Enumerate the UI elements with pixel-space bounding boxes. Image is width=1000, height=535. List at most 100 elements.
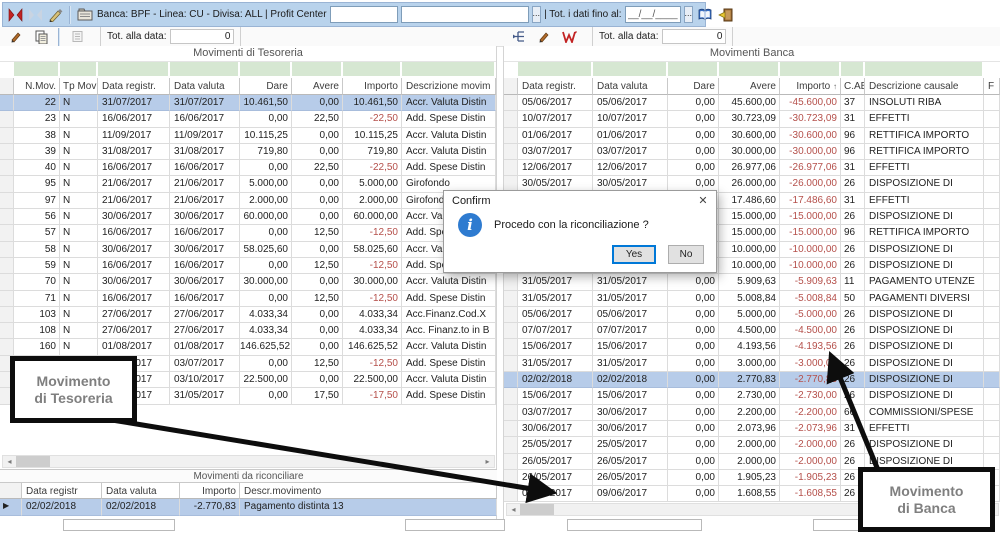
row-selector[interactable] <box>0 225 14 241</box>
col-header-data-valuta[interactable]: Data valuta <box>102 483 180 499</box>
no-button[interactable]: No <box>668 245 704 264</box>
bank-filter-row[interactable] <box>504 62 1000 78</box>
col-header-dare[interactable]: Dare <box>240 78 292 95</box>
col-header-importo[interactable]: Importo <box>180 483 240 499</box>
edit-icon[interactable] <box>6 27 26 46</box>
scroll-left-arrow[interactable]: ◂ <box>507 504 520 515</box>
scroll-right-arrow[interactable]: ▸ <box>481 456 494 467</box>
row-selector[interactable] <box>504 356 518 372</box>
table-row[interactable]: 97 N 21/06/2017 21/06/2017 2.000,00 0,00… <box>0 193 496 209</box>
scroll-thumb[interactable] <box>520 504 554 515</box>
row-selector[interactable] <box>504 128 518 144</box>
table-row[interactable]: 31/05/2017 31/05/2017 0,00 3.000,00 -3.0… <box>504 356 1000 372</box>
reconcile-icon[interactable] <box>7 5 24 24</box>
table-row[interactable]: 70 N 30/06/2017 30/06/2017 30.000,00 0,0… <box>0 274 496 290</box>
row-selector[interactable] <box>0 209 14 225</box>
profit-center-lookup-button[interactable]: ... <box>532 6 542 23</box>
row-selector[interactable] <box>504 454 518 470</box>
profit-center-input-1[interactable] <box>330 6 398 23</box>
row-selector[interactable] <box>504 323 518 339</box>
table-row[interactable]: 39 N 31/08/2017 31/08/2017 719,80 0,00 7… <box>0 144 496 160</box>
row-selector[interactable] <box>0 274 14 290</box>
row-selector[interactable] <box>0 111 14 127</box>
scroll-left-arrow[interactable]: ◂ <box>3 456 16 467</box>
exit-icon[interactable] <box>717 5 734 24</box>
row-selector[interactable] <box>0 95 14 111</box>
row-selector[interactable] <box>504 111 518 127</box>
date-lookup-button[interactable]: ... <box>684 6 694 23</box>
copy-icon[interactable] <box>31 27 51 46</box>
table-row[interactable]: 160 N 01/08/2017 01/08/2017 146.625,52 0… <box>0 339 496 355</box>
col-header-avere[interactable]: Avere <box>719 78 780 95</box>
row-selector[interactable] <box>504 291 518 307</box>
table-row[interactable]: 31/05/2017 31/05/2017 0,00 5.909,63 -5.9… <box>504 274 1000 290</box>
col-header-causale[interactable]: Descrizione causale <box>865 78 984 95</box>
col-header-importo-sorted[interactable]: Importo ↑ <box>780 78 841 95</box>
table-row[interactable]: 22 N 31/07/2017 31/07/2017 10.461,50 0,0… <box>0 95 496 111</box>
row-selector[interactable] <box>504 307 518 323</box>
cancel-reconcile-icon[interactable] <box>559 27 579 46</box>
row-selector[interactable] <box>504 339 518 355</box>
table-row[interactable]: 10/07/2017 10/07/2017 0,00 30.723,09 -30… <box>504 111 1000 127</box>
table-row[interactable]: 07/07/2017 07/07/2017 0,00 4.500,00 -4.5… <box>504 323 1000 339</box>
row-selector[interactable] <box>504 470 518 486</box>
col-header-data-registr[interactable]: Data registr. <box>518 78 593 95</box>
col-header-data-registr[interactable]: Data registr <box>22 483 102 499</box>
table-row[interactable]: 15/06/2017 15/06/2017 0,00 2.730,00 -2.7… <box>504 388 1000 404</box>
table-row[interactable]: 103 N 27/06/2017 27/06/2017 4.033,34 0,0… <box>0 307 496 323</box>
row-selector[interactable] <box>504 144 518 160</box>
table-row[interactable]: 40 N 16/06/2017 16/06/2017 0,00 22,50 -2… <box>0 160 496 176</box>
row-selector[interactable] <box>0 242 14 258</box>
treasury-filter-row[interactable] <box>0 62 496 78</box>
col-header-avere[interactable]: Avere <box>292 78 343 95</box>
col-header-descr-movimento[interactable]: Descr.movimento <box>240 483 497 499</box>
merge-icon[interactable] <box>509 27 529 46</box>
cardfile-icon[interactable] <box>76 5 94 24</box>
pencil-icon[interactable] <box>47 5 64 24</box>
scroll-thumb[interactable] <box>16 456 50 467</box>
row-selector[interactable] <box>0 128 14 144</box>
table-row[interactable]: 31/05/2017 31/05/2017 0,00 5.008,84 -5.0… <box>504 291 1000 307</box>
list-icon[interactable] <box>67 27 87 46</box>
table-row[interactable]: 15/06/2017 15/06/2017 0,00 4.193,56 -4.1… <box>504 339 1000 355</box>
row-selector[interactable] <box>0 258 14 274</box>
row-selector[interactable] <box>0 307 14 323</box>
col-header-data-registr[interactable]: Data registr. <box>98 78 170 95</box>
row-selector[interactable] <box>0 160 14 176</box>
table-row[interactable]: 23 N 16/06/2017 16/06/2017 0,00 22,50 -2… <box>0 111 496 127</box>
table-row[interactable]: 108 N 27/06/2017 27/06/2017 4.033,34 0,0… <box>0 323 496 339</box>
col-header-clipped[interactable]: F <box>984 78 1000 95</box>
table-row[interactable]: 25/05/2017 25/05/2017 0,00 2.000,00 -2.0… <box>504 437 1000 453</box>
table-row[interactable]: 95 N 21/06/2017 21/06/2017 5.000,00 0,00… <box>0 176 496 192</box>
table-row[interactable]: 56 N 30/06/2017 30/06/2017 60.000,00 0,0… <box>0 209 496 225</box>
close-icon[interactable]: ✕ <box>690 191 716 211</box>
row-selector[interactable] <box>504 160 518 176</box>
row-selector[interactable] <box>504 95 518 111</box>
table-row[interactable]: 30/06/2017 30/06/2017 0,00 2.073,96 -2.0… <box>504 421 1000 437</box>
table-row[interactable]: 12/06/2017 12/06/2017 0,00 26.977,06 -26… <box>504 160 1000 176</box>
row-selector[interactable] <box>0 323 14 339</box>
col-header-nmov[interactable]: N.Mov. <box>14 78 60 95</box>
row-selector[interactable] <box>0 176 14 192</box>
row-selector[interactable] <box>504 388 518 404</box>
row-selector[interactable] <box>0 339 14 355</box>
table-row[interactable]: 05/06/2017 05/06/2017 0,00 45.600,00 -45… <box>504 95 1000 111</box>
col-header-data-valuta[interactable]: Data valuta <box>593 78 668 95</box>
dialog-titlebar[interactable]: Confirm ✕ <box>444 191 716 211</box>
row-selector[interactable] <box>504 486 518 502</box>
table-row[interactable]: 02/02/2018 02/02/2018 0,00 2.770,83 -2.7… <box>504 372 1000 388</box>
date-filter-input[interactable] <box>625 6 681 23</box>
table-row[interactable]: ▶ 02/02/2018 02/02/2018 -2.770,83 Pagame… <box>0 499 497 516</box>
row-selector[interactable] <box>504 274 518 290</box>
table-row[interactable]: 03/07/2017 03/07/2017 0,00 30.000,00 -30… <box>504 144 1000 160</box>
col-header-data-valuta[interactable]: Data valuta <box>170 78 240 95</box>
row-selector[interactable] <box>0 291 14 307</box>
col-header-importo[interactable]: Importo <box>343 78 402 95</box>
treasury-hscrollbar[interactable]: ◂ ▸ <box>2 455 495 468</box>
reconcile-disabled-icon[interactable] <box>27 5 44 24</box>
table-row[interactable]: 58 N 30/06/2017 30/06/2017 58.025,60 0,0… <box>0 242 496 258</box>
col-header-descrizione[interactable]: Descrizione movim <box>402 78 496 95</box>
profit-center-input-2[interactable] <box>401 6 529 23</box>
row-selector[interactable] <box>504 372 518 388</box>
yes-button[interactable]: Yes <box>612 245 656 264</box>
